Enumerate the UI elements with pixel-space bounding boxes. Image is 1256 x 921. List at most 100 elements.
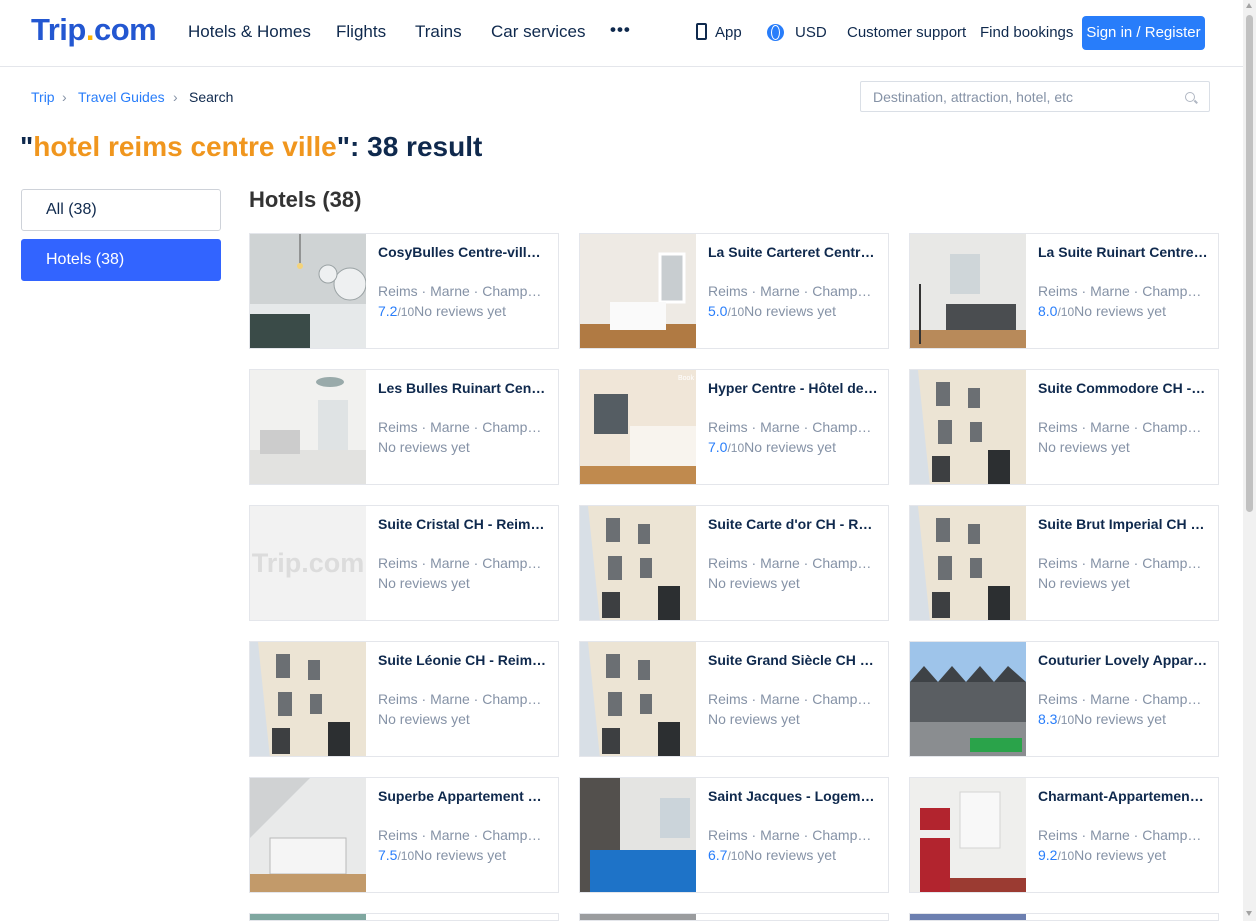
trip-logo[interactable]: Trip.com — [31, 12, 157, 48]
hotel-thumbnail[interactable] — [580, 778, 696, 893]
hotel-thumbnail[interactable] — [910, 914, 1026, 920]
svg-text:Trip.com: Trip.com — [252, 548, 365, 578]
hotel-card[interactable]: Suite Commodore CH - Reims Reims · Marne … — [909, 369, 1219, 485]
hotel-card[interactable]: CosyBulles Centre-ville Reims Reims · Mar… — [249, 233, 559, 349]
hotel-card[interactable]: Superbe Appartement Centre Reims · Marne … — [249, 777, 559, 893]
hotel-location: Reims · Marne · Champagne-Ardenne — [708, 419, 878, 435]
hotel-name[interactable]: Couturier Lovely Appartement — [1038, 652, 1208, 668]
score-out-of: /10 — [727, 849, 745, 863]
review-score: 9.2 — [1038, 847, 1058, 863]
hotel-card[interactable]: Charmant-Appartement Reims Reims · Marne … — [909, 777, 1219, 893]
hotel-card[interactable] — [909, 913, 1219, 921]
hotel-thumbnail[interactable] — [580, 642, 696, 757]
no-reviews-text: No reviews yet — [1038, 575, 1130, 591]
hotel-thumbnail[interactable]: Book — [580, 370, 696, 485]
hotel-location: Reims · Marne · Champagne-Ardenne — [378, 555, 548, 571]
hotel-thumbnail[interactable] — [250, 914, 366, 920]
hotel-review-line: 7.0/10No reviews yet — [708, 439, 836, 455]
nav-car-services[interactable]: Car services — [491, 22, 585, 42]
find-bookings-link[interactable]: Find bookings — [980, 24, 1073, 41]
no-reviews-text: No reviews yet — [414, 303, 506, 319]
hotel-name[interactable]: Les Bulles Ruinart Centre Reims — [378, 380, 548, 396]
currency-selector[interactable]: USD — [795, 24, 827, 41]
hotel-card[interactable]: Suite Carte d'or CH - Reims Reims · Marne… — [579, 505, 889, 621]
review-score: 8.0 — [1038, 303, 1058, 319]
hotel-thumbnail[interactable] — [250, 642, 366, 757]
hotel-review-line: 9.2/10No reviews yet — [1038, 847, 1166, 863]
hotel-card[interactable]: Trip.com Suite Cristal CH - Reims Centre R… — [249, 505, 559, 621]
hotel-thumbnail[interactable] — [250, 234, 366, 349]
hotel-card[interactable]: Les Bulles Ruinart Centre Reims Reims · M… — [249, 369, 559, 485]
hotel-thumbnail[interactable]: Trip.com — [250, 506, 366, 621]
nav-trains[interactable]: Trains — [415, 22, 462, 42]
breadcrumb-trip[interactable]: Trip — [31, 89, 55, 105]
hotel-thumbnail[interactable] — [910, 234, 1026, 349]
hotel-card[interactable]: Suite Léonie CH - Reims Centre Reims · Ma… — [249, 641, 559, 757]
hotel-thumbnail[interactable] — [910, 778, 1026, 893]
hotel-name[interactable]: Suite Léonie CH - Reims Centre — [378, 652, 548, 668]
hotel-name[interactable]: Suite Grand Siècle CH - Reims — [708, 652, 878, 668]
hotel-card[interactable] — [579, 913, 889, 921]
chevron-right-icon: › — [62, 89, 67, 105]
result-count: : 38 result — [350, 131, 483, 162]
nav-flights[interactable]: Flights — [336, 22, 386, 42]
hotel-card[interactable]: Suite Brut Imperial CH - Reims Reims · Ma… — [909, 505, 1219, 621]
breadcrumb-travel-guides[interactable]: Travel Guides — [78, 89, 165, 105]
hotel-thumbnail[interactable] — [250, 778, 366, 893]
hotel-name[interactable]: Suite Carte d'or CH - Reims — [708, 516, 878, 532]
hotel-name[interactable]: Hyper Centre - Hôtel de Ville — [708, 380, 878, 396]
hotel-thumbnail[interactable] — [910, 642, 1026, 757]
hotel-card[interactable]: Saint Jacques - Logement Centre Reims · M… — [579, 777, 889, 893]
no-reviews-text: No reviews yet — [744, 303, 836, 319]
hotel-card[interactable]: Book Hyper Centre - Hôtel de Ville Reims ·… — [579, 369, 889, 485]
hotel-card[interactable]: La Suite Carteret Centre Reims Reims · Ma… — [579, 233, 889, 349]
hotel-review-line: No reviews yet — [708, 575, 800, 591]
hotel-thumbnail[interactable] — [910, 370, 1026, 485]
no-reviews-text: No reviews yet — [378, 439, 470, 455]
hotel-name[interactable]: CosyBulles Centre-ville Reims — [378, 244, 548, 260]
scroll-down-icon[interactable] — [1246, 911, 1252, 916]
hotel-location: Reims · Marne · Champagne-Ardenne — [378, 419, 548, 435]
sign-in-register-button[interactable]: Sign in / Register — [1082, 16, 1205, 50]
app-link[interactable]: App — [715, 24, 742, 41]
hotel-name[interactable]: Superbe Appartement Centre — [378, 788, 548, 804]
hotel-review-line: 8.0/10No reviews yet — [1038, 303, 1166, 319]
results-heading: "hotel reims centre ville": 38 result — [20, 131, 482, 163]
hotel-name[interactable]: Suite Commodore CH - Reims — [1038, 380, 1208, 396]
hotel-name[interactable]: Suite Cristal CH - Reims Centre — [378, 516, 548, 532]
customer-support-link[interactable]: Customer support — [847, 24, 966, 41]
more-menu-icon[interactable]: ••• — [610, 20, 631, 40]
filter-all[interactable]: All (38) — [21, 189, 221, 231]
hotel-card[interactable]: La Suite Ruinart Centre Reims Reims · Mar… — [909, 233, 1219, 349]
hotel-thumbnail[interactable] — [580, 234, 696, 349]
hotel-name[interactable]: La Suite Carteret Centre Reims — [708, 244, 878, 260]
score-out-of: /10 — [1057, 713, 1075, 727]
hotel-name[interactable]: Suite Brut Imperial CH - Reims — [1038, 516, 1208, 532]
hotel-location: Reims · Marne · Champagne-Ardenne — [708, 283, 878, 299]
hotel-card[interactable] — [249, 913, 559, 921]
hotel-thumbnail[interactable] — [250, 370, 366, 485]
no-reviews-text: No reviews yet — [414, 847, 506, 863]
page-scrollbar[interactable] — [1243, 0, 1256, 921]
hotel-thumbnail[interactable] — [910, 506, 1026, 621]
scroll-up-icon[interactable] — [1246, 3, 1252, 8]
nav-hotels-homes[interactable]: Hotels & Homes — [188, 22, 311, 42]
scrollbar-thumb[interactable] — [1246, 15, 1253, 512]
hotel-name[interactable]: La Suite Ruinart Centre Reims — [1038, 244, 1208, 260]
hotel-card[interactable]: Couturier Lovely Appartement Reims · Marn… — [909, 641, 1219, 757]
no-reviews-text: No reviews yet — [1074, 847, 1166, 863]
hotel-thumbnail[interactable] — [580, 506, 696, 621]
hotel-location: Reims · Marne · Champagne-Ardenne — [1038, 283, 1208, 299]
svg-text:Book: Book — [678, 375, 694, 382]
filter-hotels[interactable]: Hotels (38) — [21, 239, 221, 281]
globe-icon — [767, 24, 784, 41]
hotel-name[interactable]: Saint Jacques - Logement Centre — [708, 788, 878, 804]
hotel-name[interactable]: Charmant-Appartement Reims — [1038, 788, 1208, 804]
hotel-thumbnail[interactable] — [580, 914, 696, 920]
hotel-location: Reims · Marne · Champagne-Ardenne — [378, 691, 548, 707]
no-reviews-text: No reviews yet — [1074, 711, 1166, 727]
review-score: 7.2 — [378, 303, 398, 319]
search-input[interactable]: Destination, attraction, hotel, etc — [860, 81, 1210, 112]
search-icon[interactable] — [1185, 92, 1195, 102]
hotel-card[interactable]: Suite Grand Siècle CH - Reims Reims · Mar… — [579, 641, 889, 757]
